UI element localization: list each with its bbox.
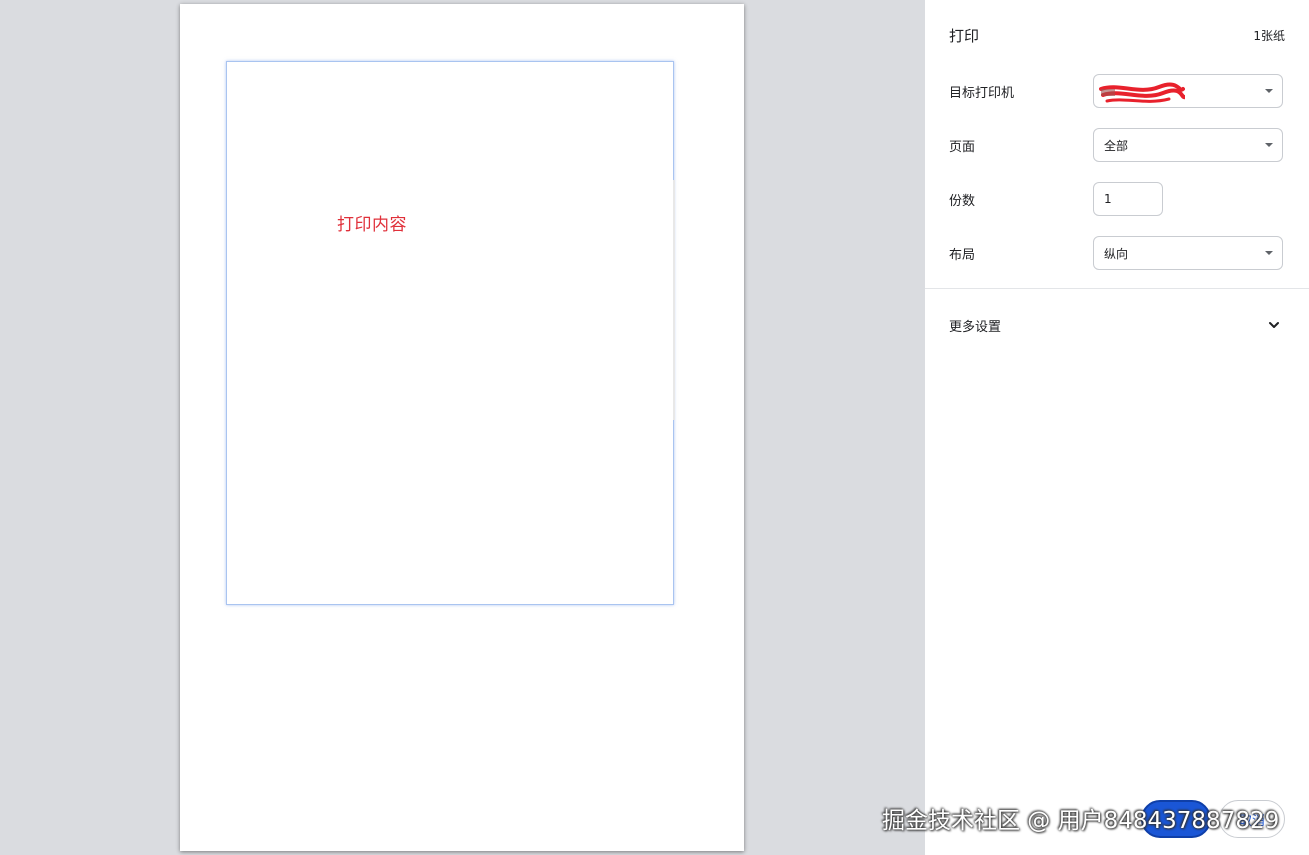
cancel-button-label: 取消 bbox=[1238, 813, 1265, 829]
caret-down-icon bbox=[1265, 251, 1273, 255]
more-settings-toggle[interactable]: 更多设置 bbox=[949, 310, 1285, 340]
panel-header: 打印 1张纸 bbox=[949, 22, 1285, 48]
pages-value: 全部 bbox=[1104, 138, 1129, 153]
frame-edge bbox=[673, 180, 675, 420]
print-settings-panel: 打印 1张纸 目标打印机 页面 全部 份数 布局 纵向 bbox=[925, 0, 1309, 855]
destination-select[interactable] bbox=[1093, 74, 1283, 108]
layout-label: 布局 bbox=[949, 247, 976, 263]
section-divider bbox=[925, 288, 1309, 289]
cancel-button[interactable]: 取消 bbox=[1219, 800, 1285, 838]
copies-input[interactable] bbox=[1093, 182, 1163, 216]
redacted-printer-name bbox=[1099, 82, 1185, 103]
more-settings-label: 更多设置 bbox=[949, 319, 1002, 335]
pages-select[interactable]: 全部 bbox=[1093, 128, 1283, 162]
layout-select[interactable]: 纵向 bbox=[1093, 236, 1283, 270]
caret-down-icon bbox=[1265, 89, 1273, 93]
preview-page: 打印内容 bbox=[180, 4, 744, 851]
pages-label: 页面 bbox=[949, 139, 976, 155]
copies-row: 份数 bbox=[949, 181, 1285, 217]
print-button[interactable] bbox=[1141, 800, 1211, 838]
chevron-down-icon bbox=[1269, 322, 1279, 328]
sheet-count: 1张纸 bbox=[1253, 28, 1285, 43]
print-preview-area: 打印内容 bbox=[0, 0, 925, 855]
panel-title: 打印 bbox=[949, 26, 980, 45]
layout-value: 纵向 bbox=[1104, 246, 1129, 261]
caret-down-icon bbox=[1265, 143, 1273, 147]
pages-row: 页面 全部 bbox=[949, 127, 1285, 163]
print-content-text: 打印内容 bbox=[337, 215, 407, 235]
destination-row: 目标打印机 bbox=[949, 73, 1285, 109]
printable-region: 打印内容 bbox=[226, 61, 675, 605]
copies-label: 份数 bbox=[949, 193, 976, 209]
destination-label: 目标打印机 bbox=[949, 85, 1015, 101]
layout-row: 布局 纵向 bbox=[949, 235, 1285, 271]
